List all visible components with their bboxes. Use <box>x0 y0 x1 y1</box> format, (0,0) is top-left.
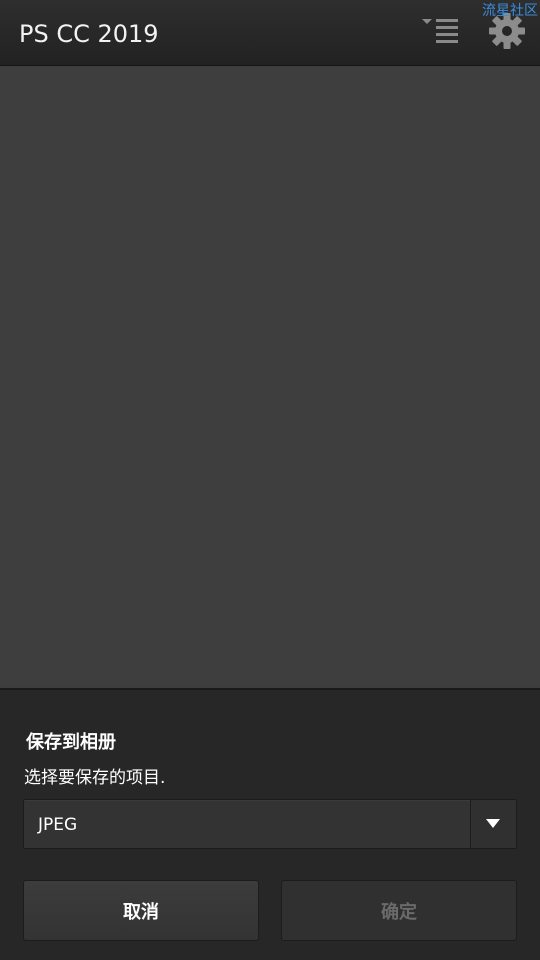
dialog-title: 保存到相册 <box>26 732 116 753</box>
save-to-album-dialog: 保存到相册 选择要保存的项目. JPEG 取消 确定 <box>0 688 540 960</box>
list-menu-icon[interactable] <box>420 16 460 46</box>
title-bar: PS CC 2019 流星社区 <box>0 0 540 66</box>
dialog-subtitle: 选择要保存的项目. <box>24 768 166 788</box>
app-window: PS CC 2019 流星社区 保存到相册 选择要保存的项目. JPEG 取消 … <box>0 0 540 960</box>
format-select[interactable]: JPEG <box>23 799 517 849</box>
canvas-area <box>0 66 540 686</box>
chevron-down-icon <box>486 819 500 828</box>
confirm-button[interactable]: 确定 <box>281 880 517 941</box>
dropdown-button[interactable] <box>470 800 516 848</box>
watermark: 流星社区 <box>482 3 538 19</box>
cancel-button[interactable]: 取消 <box>23 880 259 941</box>
format-select-value: JPEG <box>38 815 78 835</box>
app-title: PS CC 2019 <box>19 20 159 48</box>
